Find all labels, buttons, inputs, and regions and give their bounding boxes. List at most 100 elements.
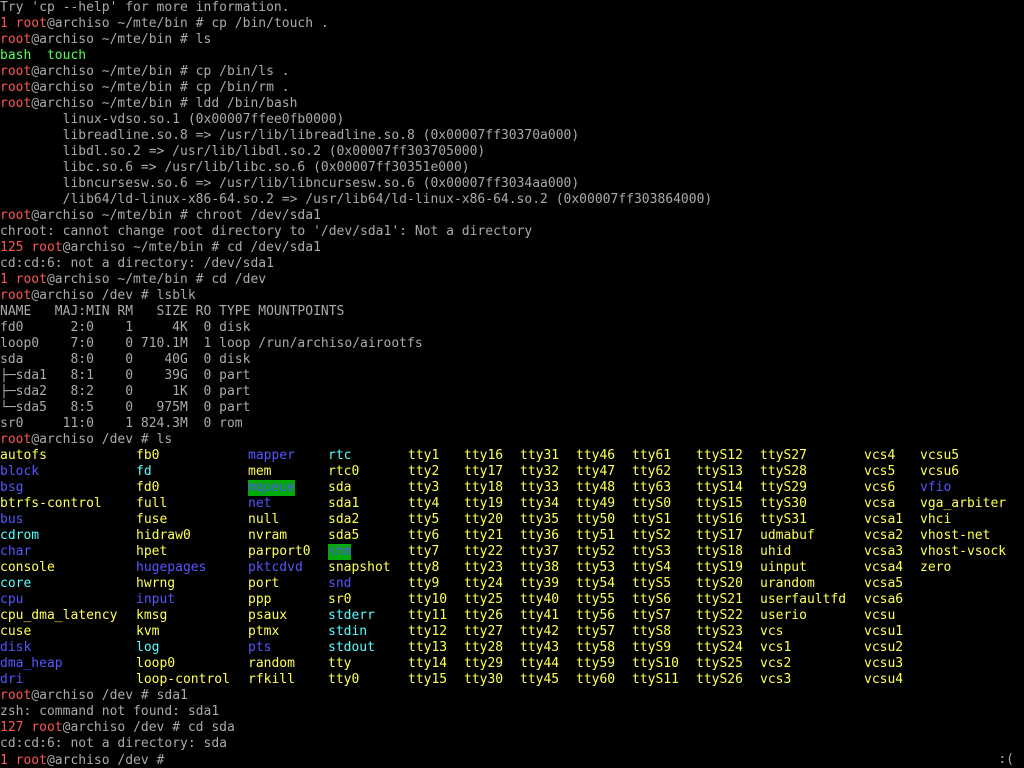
ls-entry: ttyS0 [632, 496, 672, 511]
ls-entry: vcsa3 [864, 544, 904, 559]
ls-entry: ttyS18 [696, 544, 743, 559]
ls-entry: nvram [248, 528, 288, 543]
terminal-text: @archiso ~/mte/bin # ls [31, 32, 212, 47]
ls-entry: cpu [0, 592, 24, 607]
terminal-text: linux-vdso.so.1 (0x00007ffee0fb0000) [0, 112, 345, 127]
ls-entry: hugepages [136, 560, 207, 575]
terminal-line: ├─sda2 8:2 0 1K 0 part [0, 384, 250, 400]
ls-entry: tty6 [408, 528, 440, 543]
ls-entry: hwrng [136, 576, 176, 591]
ls-entry: btrfs-control [0, 496, 102, 511]
terminal-text: root [0, 208, 32, 223]
ls-row: dri loop-control rfkill tty0 tty15 tty30 tty45… [0, 672, 1024, 688]
ls-entry: fuse [136, 512, 168, 527]
terminal-text: cd:cd:6: not a directory: /dev/sda1 [0, 256, 274, 271]
ls-entry: mqueue [248, 480, 295, 496]
terminal-text: @archiso ~/mte/bin # cp /bin/rm . [31, 80, 290, 95]
ls-entry: tty32 [520, 464, 560, 479]
ls-entry: tty8 [408, 560, 440, 575]
ls-entry: tty43 [520, 640, 560, 655]
terminal-text: @archiso ~/mte/bin # cd /dev/sda1 [62, 240, 321, 255]
terminal-text: cd:cd:6: not a directory: sda [0, 736, 227, 751]
ls-entry: tty45 [520, 672, 560, 687]
terminal-text: ├─sda1 8:1 0 39G 0 part [0, 368, 251, 383]
ls-entry: ttyS22 [696, 608, 743, 623]
ls-entry: tty10 [408, 592, 448, 607]
terminal-text: @archiso /dev # ls [31, 432, 173, 447]
ls-entry: vcsa4 [864, 560, 904, 575]
ls-entry: tty39 [520, 576, 560, 591]
ls-entry: fd0 [136, 480, 160, 495]
terminal-text: /lib64/ld-linux-x86-64.so.2 => /usr/lib6… [0, 192, 713, 207]
ls-entry: tty0 [328, 672, 360, 687]
terminal-text: loop0 7:0 0 710.1M 1 loop /run/archiso/a… [0, 336, 423, 351]
ls-entry: tty2 [408, 464, 440, 479]
ls-entry: tty33 [520, 480, 560, 495]
terminal-text: 125 [0, 240, 32, 255]
ls-entry: zero [920, 560, 952, 575]
ls-entry: ttyS31 [760, 512, 807, 527]
ls-entry: vcs [760, 624, 784, 639]
ls-entry: vcsa5 [864, 576, 904, 591]
ls-entry: vcs6 [864, 480, 896, 495]
ls-entry: rfkill [248, 672, 295, 687]
ls-entry: tty13 [408, 640, 448, 655]
ls-entry: tty50 [576, 512, 616, 527]
ls-entry: sda2 [328, 512, 360, 527]
ls-entry: vcsu [864, 608, 896, 623]
ls-entry: autofs [0, 448, 47, 463]
terminal-text: 1 [0, 16, 16, 31]
terminal-text: root [0, 32, 32, 47]
ls-entry: input [136, 592, 176, 607]
ls-entry: tty42 [520, 624, 560, 639]
terminal-text: root [0, 80, 32, 95]
ls-entry: vcsu6 [920, 464, 960, 479]
ls-entry: vhost-net [920, 528, 991, 543]
prompt-line: 1 root@archiso /dev # [0, 752, 180, 768]
ls-entry: tty54 [576, 576, 616, 591]
ls-entry: tty4 [408, 496, 440, 511]
ls-entry: tty18 [464, 480, 504, 495]
ls-entry: tty12 [408, 624, 448, 639]
terminal-text: root [15, 16, 47, 31]
terminal-line: /lib64/ld-linux-x86-64.so.2 => /usr/lib6… [0, 192, 713, 208]
ls-entry: uinput [760, 560, 807, 575]
terminal-text: 127 [0, 720, 32, 735]
terminal-text: root [0, 64, 32, 79]
ls-entry: block [0, 464, 40, 479]
ls-entry: sda5 [328, 528, 360, 543]
ls-entry: stderr [328, 608, 375, 623]
terminal-text: @archiso ~/mte/bin # cp /bin/touch . [46, 16, 329, 31]
ls-entry: kmsg [136, 608, 168, 623]
ls-entry: udmabuf [760, 528, 815, 543]
ls-entry: vcsu5 [920, 448, 960, 463]
terminal-screen[interactable]: Try 'cp --help' for more information. 1 r… [0, 0, 1024, 768]
terminal-line: root@archiso ~/mte/bin # ldd /bin/bash [0, 96, 297, 112]
terminal-text: root [31, 240, 63, 255]
ls-entry: tty15 [408, 672, 448, 687]
terminal-text: NAME MAJ:MIN RM SIZE RO TYPE MOUNTPOINTS [0, 304, 345, 319]
ls-entry: tty37 [520, 544, 560, 559]
terminal-line: Try 'cp --help' for more information. [0, 0, 290, 16]
terminal-text: @archiso /dev # sda1 [31, 688, 188, 703]
ls-entry: tty59 [576, 656, 616, 671]
ls-entry: ttyS14 [696, 480, 743, 495]
terminal-line: 1 root@archiso ~/mte/bin # cp /bin/touch… [0, 16, 329, 32]
terminal-line: 1 root@archiso ~/mte/bin # cd /dev [0, 272, 266, 288]
terminal-text: @archiso ~/mte/bin # cd /dev [46, 272, 267, 287]
ls-entry: tty17 [464, 464, 504, 479]
ls-entry: tty25 [464, 592, 504, 607]
ls-entry: vfio [920, 480, 952, 495]
ls-entry: tty51 [576, 528, 616, 543]
ls-entry: tty60 [576, 672, 616, 687]
ls-entry: tty53 [576, 560, 616, 575]
ls-entry: tty36 [520, 528, 560, 543]
terminal-text: zsh: command not found: sda1 [0, 704, 220, 719]
ls-row: block fd mem rtc0 tty2 tty17 tty32 tty47 tty62 tt… [0, 464, 1024, 480]
ls-entry: tty61 [632, 448, 672, 463]
ls-entry: tty35 [520, 512, 560, 527]
ls-entry: tty11 [408, 608, 448, 623]
ls-row: char hpet parport0 shm tty7 tty22 tty37 tty52 tt… [0, 544, 1024, 560]
terminal-text: @archiso ~/mte/bin # chroot /dev/sda1 [31, 208, 321, 223]
ls-entry: vcsa6 [864, 592, 904, 607]
